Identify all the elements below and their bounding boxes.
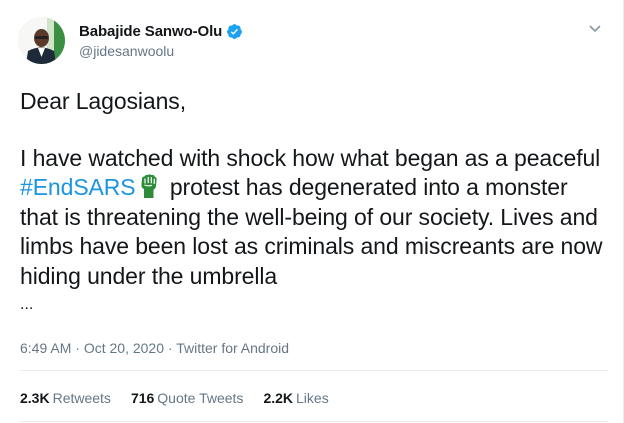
- hashtag-link[interactable]: #EndSARS: [20, 174, 136, 200]
- author-name[interactable]: Babajide Sanwo-Olu: [79, 23, 222, 40]
- tweet-text-before-hashtag: I have watched with shock how what began…: [20, 144, 601, 171]
- meta-separator: ·: [71, 340, 84, 356]
- avatar[interactable]: [18, 17, 65, 64]
- quote-tweets-stat[interactable]: 716 Quote Tweets: [131, 390, 244, 406]
- verified-badge-icon: [226, 23, 243, 40]
- tweet-meta: 6:49 AM · Oct 20, 2020 · Twitter for And…: [20, 340, 289, 356]
- green-fist-icon: [138, 173, 160, 199]
- tweet-greeting: Dear Lagosians,: [20, 88, 186, 114]
- tweet-time[interactable]: 6:49 AM: [20, 340, 71, 356]
- retweets-label: Retweets: [52, 390, 111, 406]
- quote-tweets-label: Quote Tweets: [157, 390, 244, 406]
- tweet-card: Babajide Sanwo-Olu @jidesanwoolu Dear La…: [0, 0, 624, 423]
- quote-tweets-count: 716: [130, 390, 155, 406]
- tweet-text: Dear Lagosians, I have watched with shoc…: [20, 87, 610, 291]
- likes-count: 2.2K: [263, 390, 294, 406]
- tweet-ellipsis: ...: [20, 296, 34, 313]
- tweet-stats: 2.3K Retweets 716 Quote Tweets 2.2K Likes: [20, 390, 349, 406]
- profile-photo: [18, 17, 65, 64]
- tweet-date[interactable]: Oct 20, 2020: [84, 340, 164, 356]
- author-header: Babajide Sanwo-Olu @jidesanwoolu: [79, 22, 243, 59]
- tweet-paragraph: I have watched with shock how what began…: [20, 144, 610, 292]
- likes-stat[interactable]: 2.2K Likes: [263, 390, 328, 406]
- author-handle[interactable]: @jidesanwoolu: [79, 43, 243, 59]
- retweets-stat[interactable]: 2.3K Retweets: [20, 390, 111, 406]
- tweet-source[interactable]: Twitter for Android: [176, 340, 289, 356]
- chevron-down-icon[interactable]: [588, 22, 602, 36]
- divider: [20, 370, 608, 371]
- meta-separator: ·: [164, 340, 177, 356]
- retweets-count: 2.3K: [20, 390, 50, 406]
- likes-label: Likes: [296, 390, 329, 406]
- divider: [20, 421, 608, 422]
